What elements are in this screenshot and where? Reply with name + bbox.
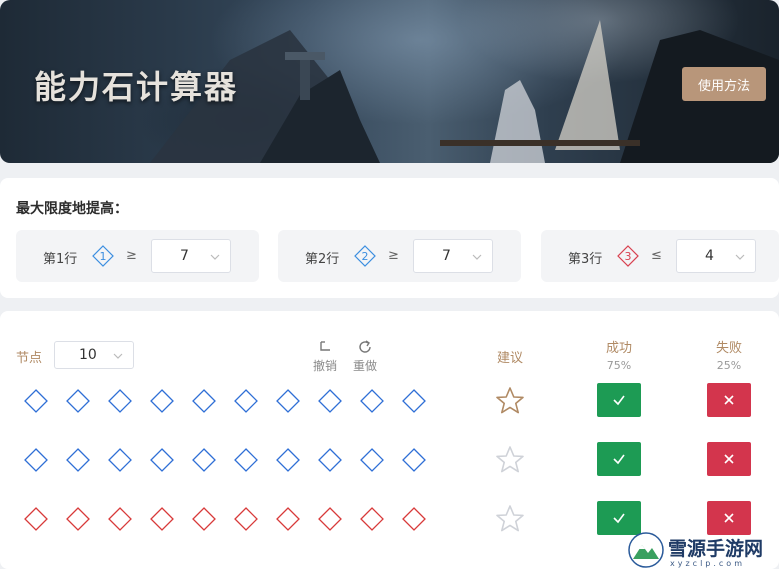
page-title: 能力石计算器 <box>34 68 239 106</box>
nodes-select[interactable]: 10 <box>54 341 134 369</box>
targets-panel: 最大限度地提高： 第1行 1 ≥ 7 第2行 2 ≥ 7 第3行 3 ≤ 4 <box>0 178 779 298</box>
chevron-down-icon <box>735 254 745 260</box>
node-diamond <box>234 507 258 531</box>
node-diamond <box>66 507 90 531</box>
row-2-target-select[interactable]: 7 <box>413 239 493 273</box>
node-diamond <box>192 389 216 413</box>
undo-icon <box>320 341 330 351</box>
redo-label: 重做 <box>352 359 377 373</box>
node-diamond <box>66 389 90 413</box>
chevron-down-icon <box>472 254 482 260</box>
header-banner: 能力石计算器 使用方法 <box>0 0 779 163</box>
node-diamond <box>66 448 90 472</box>
node-diamond <box>150 389 174 413</box>
node-diamond <box>402 507 426 531</box>
select-value: 10 <box>79 347 97 363</box>
success-button[interactable] <box>597 442 641 476</box>
row-2-badge-number: 2 <box>362 250 369 263</box>
check-icon <box>613 454 625 465</box>
watermark-text: 雪源手游网 <box>668 538 764 560</box>
success-rate: 75% <box>606 359 632 372</box>
success-header: 成功 <box>605 341 632 356</box>
node-diamond <box>234 448 258 472</box>
node-diamond <box>402 389 426 413</box>
node-diamond <box>318 389 342 413</box>
node-diamond <box>24 448 48 472</box>
node-diamond <box>276 448 300 472</box>
select-value: 7 <box>180 248 189 264</box>
node-diamond <box>24 507 48 531</box>
node-diamond <box>150 507 174 531</box>
row-3-target-select[interactable]: 4 <box>676 239 756 273</box>
success-button[interactable] <box>597 383 641 417</box>
target-row-1: 第1行 1 ≥ 7 <box>16 230 259 282</box>
row-1-target-select[interactable]: 7 <box>151 239 231 273</box>
help-button[interactable]: 使用方法 <box>682 67 766 101</box>
node-diamond <box>276 507 300 531</box>
undo-button[interactable]: 撤销 <box>310 339 340 374</box>
node-diamond <box>318 448 342 472</box>
fail-button[interactable] <box>707 442 751 476</box>
close-icon <box>724 454 734 464</box>
target-row-3: 第3行 3 ≤ 4 <box>541 230 779 282</box>
node-diamond <box>150 448 174 472</box>
watermark: 雪源手游网 xyzclp.com <box>628 530 779 569</box>
star-icon <box>496 446 524 473</box>
watermark-subtext: xyzclp.com <box>670 559 745 568</box>
select-value: 4 <box>705 248 714 264</box>
close-icon <box>724 513 734 523</box>
redo-button[interactable]: 重做 <box>350 339 380 374</box>
node-diamond <box>234 389 258 413</box>
node-diamond <box>360 448 384 472</box>
row-label: 第3行 <box>568 252 603 267</box>
suggest-header: 建议 <box>496 351 523 366</box>
suggested-star-icon <box>496 387 524 414</box>
row-3-badge-icon: 3 <box>617 245 639 267</box>
check-icon <box>613 395 625 406</box>
node-diamond <box>360 389 384 413</box>
fail-header: 失败 <box>715 341 742 356</box>
check-icon <box>613 513 625 524</box>
node-diamond <box>318 507 342 531</box>
node-diamond <box>108 389 132 413</box>
node-diamond <box>108 448 132 472</box>
node-diamond <box>24 389 48 413</box>
select-value: 7 <box>442 248 451 264</box>
node-diamond <box>360 507 384 531</box>
row-operator: ≥ <box>388 248 399 263</box>
row-1-badge-number: 1 <box>100 250 107 263</box>
row-label: 第2行 <box>305 252 340 267</box>
node-diamond <box>192 448 216 472</box>
row-3-badge-number: 3 <box>625 250 632 263</box>
undo-label: 撤销 <box>312 359 337 373</box>
node-diamond <box>108 507 132 531</box>
nodes-label: 节点 <box>16 351 43 366</box>
close-icon <box>724 395 734 405</box>
star-icon <box>496 505 524 532</box>
target-row-2: 第2行 2 ≥ 7 <box>278 230 521 282</box>
fail-rate: 25% <box>716 359 742 372</box>
node-diamond <box>192 507 216 531</box>
refresh-icon <box>359 340 371 353</box>
node-diamond <box>402 448 426 472</box>
row-2-badge-icon: 2 <box>354 245 376 267</box>
targets-heading: 最大限度地提高： <box>16 201 128 217</box>
chevron-down-icon <box>113 353 123 359</box>
node-diamond <box>276 389 300 413</box>
fail-button[interactable] <box>707 383 751 417</box>
row-1-badge-icon: 1 <box>92 245 114 267</box>
watermark-logo-icon <box>628 532 664 568</box>
row-operator: ≤ <box>651 248 662 263</box>
row-label: 第1行 <box>43 252 78 267</box>
row-operator: ≥ <box>126 248 137 263</box>
chevron-down-icon <box>210 254 220 260</box>
